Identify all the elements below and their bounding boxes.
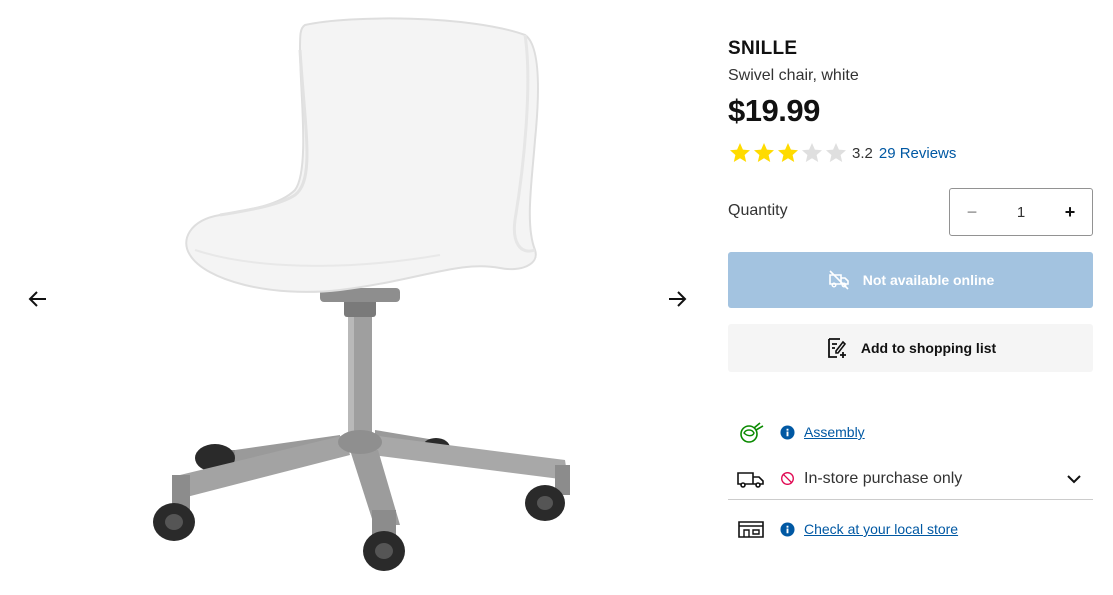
not-available-online-button[interactable]: Not available online	[728, 252, 1093, 308]
star-empty-icon	[826, 143, 846, 162]
truck-unavailable-icon	[828, 270, 849, 290]
decrease-quantity-button[interactable]: −	[964, 202, 980, 222]
arrow-right-icon	[669, 291, 687, 307]
in-store-purchase-text: In-store purchase only	[804, 469, 963, 487]
delivery-truck-icon	[737, 471, 764, 488]
quantity-label: Quantity	[728, 202, 788, 219]
chair-shell	[185, 17, 539, 293]
add-to-shopping-list-button[interactable]: Add to shopping list	[728, 324, 1093, 372]
quantity-input[interactable]: 1	[1017, 204, 1025, 221]
rating-stars	[728, 141, 848, 165]
increase-quantity-button[interactable]: +	[1062, 202, 1078, 222]
not-available-label: Not available online	[862, 272, 995, 288]
assembly-link[interactable]: Assembly	[804, 424, 865, 440]
product-description: Swivel chair, white	[728, 67, 859, 84]
info-icon	[780, 424, 795, 440]
previous-image-button[interactable]	[22, 283, 54, 315]
star-filled-icon	[778, 143, 798, 162]
star-filled-icon	[730, 143, 750, 162]
assembly-row: Assembly	[728, 414, 1093, 450]
next-image-button[interactable]	[661, 283, 693, 315]
check-local-store-link[interactable]: Check at your local store	[804, 521, 958, 537]
local-store-row: Check at your local store	[728, 510, 1093, 548]
star-empty-icon	[802, 143, 822, 162]
star-filled-icon	[754, 143, 774, 162]
product-gallery	[0, 0, 710, 595]
shopping-list-add-icon	[827, 338, 846, 358]
product-name: SNILLE	[728, 38, 798, 59]
store-icon	[738, 521, 764, 538]
in-store-purchase-row[interactable]: In-store purchase only	[728, 458, 1093, 500]
product-info-panel: SNILLE Swivel chair, white $19.99 3.2 29…	[728, 36, 1093, 538]
rating-summary[interactable]: 3.2 29 Reviews	[728, 139, 1093, 167]
quantity-row: Quantity − 1 +	[728, 188, 1093, 236]
reviews-link[interactable]: 29 Reviews	[879, 145, 957, 162]
info-icon	[780, 521, 795, 537]
chair-base	[153, 288, 570, 571]
assembly-rabbit-icon	[740, 422, 764, 443]
product-image[interactable]	[140, 10, 580, 580]
rating-value: 3.2	[852, 144, 873, 162]
shopping-list-label: Add to shopping list	[860, 340, 997, 356]
product-price: $19.99	[728, 93, 820, 128]
arrow-left-icon	[28, 291, 46, 307]
unavailable-icon	[781, 472, 794, 485]
chevron-down-icon[interactable]	[1065, 470, 1083, 488]
quantity-stepper: − 1 +	[949, 188, 1093, 236]
